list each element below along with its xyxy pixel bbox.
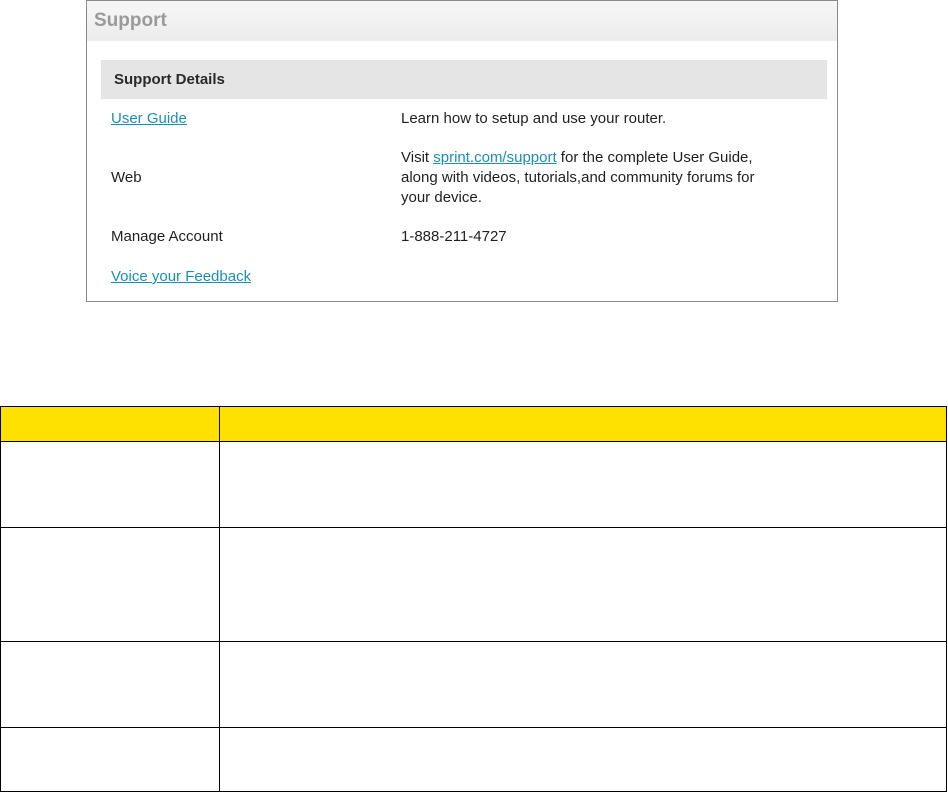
table-row	[0, 441, 947, 528]
web-line3: your device.	[401, 189, 482, 206]
table-cell	[0, 441, 220, 528]
table-row	[0, 527, 947, 642]
sprint-support-link[interactable]: sprint.com/support	[433, 149, 556, 166]
table-cell	[219, 727, 947, 792]
web-line2: along with videos, tutorials,and communi…	[401, 169, 755, 186]
table-cell	[0, 641, 220, 728]
manage-account-phone: 1-888-211-4727	[401, 228, 507, 245]
table-header-cell	[0, 406, 220, 442]
web-description: Visit sprint.com/support for the complet…	[401, 148, 801, 208]
table-cell	[0, 527, 220, 642]
table-cell	[219, 641, 947, 728]
web-line1-suffix: for the complete User Guide,	[556, 149, 753, 166]
web-label: Web	[111, 169, 142, 186]
user-guide-link[interactable]: User Guide	[111, 109, 187, 129]
support-panel: Support Support Details User Guide Learn…	[86, 0, 838, 302]
table-cell	[219, 527, 947, 642]
table-row	[0, 641, 947, 728]
table-header-row	[0, 406, 947, 442]
table-cell	[219, 441, 947, 528]
description-table	[0, 406, 947, 792]
web-visit-text: Visit	[401, 149, 430, 166]
table-cell	[0, 727, 220, 792]
table-header-cell	[219, 406, 947, 442]
manage-account-label: Manage Account	[111, 228, 223, 245]
panel-title: Support	[87, 1, 837, 41]
support-details-header: Support Details	[101, 60, 827, 99]
user-guide-description: Learn how to setup and use your router.	[401, 110, 667, 127]
voice-feedback-link[interactable]: Voice your Feedback	[111, 267, 251, 287]
table-row	[0, 727, 947, 792]
